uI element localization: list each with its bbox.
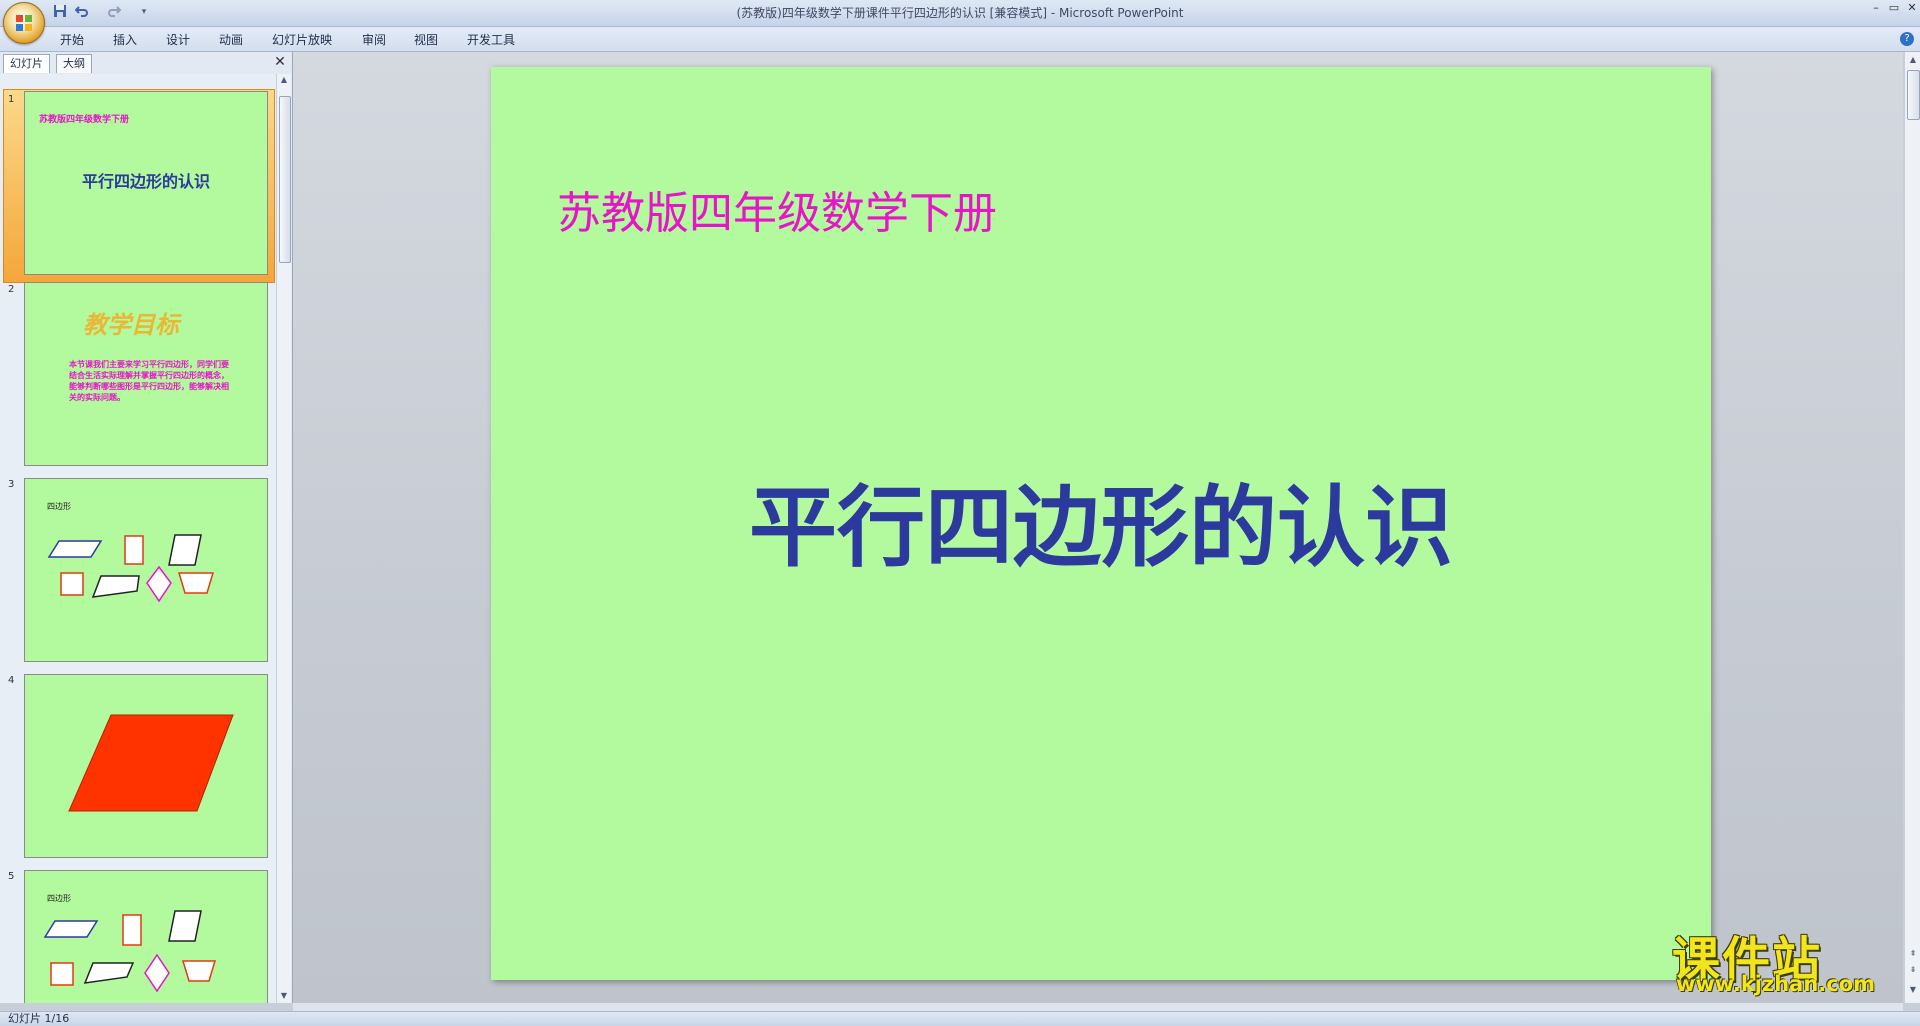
- slide-title[interactable]: 平行四边形的认识: [491, 457, 1711, 584]
- slide-counter: 幻灯片 1/16: [8, 1012, 70, 1025]
- slide-thumbnail-1[interactable]: 苏教版四年级数学下册 平行四边形的认识: [24, 91, 268, 275]
- thumbnail-scrollbar[interactable]: ▲ ▼: [276, 74, 291, 1003]
- slide-number: 4: [8, 675, 15, 686]
- tab-slides[interactable]: 幻灯片: [3, 54, 50, 73]
- slide-number: 3: [8, 479, 15, 490]
- scroll-up-arrow-icon[interactable]: ▲: [277, 74, 291, 86]
- help-icon[interactable]: ?: [1900, 32, 1914, 46]
- quadrilateral-shapes-icon: [47, 534, 215, 603]
- scrollbar-thumb[interactable]: [279, 96, 291, 263]
- parallelogram-shape: [68, 714, 234, 812]
- ribbon-tab-bar: 开始 插入 设计 动画 幻灯片放映 审阅 视图 开发工具 ?: [0, 27, 1920, 52]
- restore-button[interactable]: ▭: [1886, 2, 1902, 14]
- scrollbar-thumb[interactable]: [1907, 70, 1920, 120]
- tab-slide-show[interactable]: 幻灯片放映: [272, 31, 332, 48]
- current-slide[interactable]: 苏教版四年级数学下册 平行四边形的认识: [491, 67, 1711, 980]
- slide-thumbnail-4[interactable]: [24, 674, 268, 858]
- next-slide-icon[interactable]: ⇟: [1906, 964, 1920, 976]
- scroll-up-arrow-icon[interactable]: ▲: [1906, 54, 1920, 66]
- slide-thumbnail-2[interactable]: 教学目标 本节课我们主要来学习平行四边形，同学们要结合生活实际理解并掌握平行四边…: [24, 282, 268, 466]
- window-title: (苏教版)四年级数学下册课件平行四边形的认识 [兼容模式] - Microsof…: [736, 6, 1184, 20]
- thumb-title: 教学目标: [83, 310, 179, 339]
- tab-animations[interactable]: 动画: [219, 31, 243, 48]
- tab-design[interactable]: 设计: [166, 31, 190, 48]
- quadrilateral-shapes-icon: [43, 910, 217, 993]
- slide-subtitle[interactable]: 苏教版四年级数学下册: [557, 177, 997, 241]
- close-pane-icon[interactable]: ✕: [272, 54, 288, 70]
- thumb-title: 平行四边形的认识: [81, 172, 210, 191]
- tab-developer[interactable]: 开发工具: [467, 31, 515, 48]
- title-bar: ▾ (苏教版)四年级数学下册课件平行四边形的认识 [兼容模式] - Micros…: [0, 0, 1920, 27]
- slide-thumbnail-3[interactable]: 四边形: [24, 478, 268, 662]
- close-button[interactable]: ✕: [1904, 2, 1920, 14]
- previous-slide-icon[interactable]: ⇞: [1906, 948, 1920, 960]
- horizontal-scrollbar[interactable]: [293, 1003, 1903, 1011]
- scroll-down-arrow-icon[interactable]: ▼: [1906, 984, 1920, 996]
- tab-insert[interactable]: 插入: [113, 31, 137, 48]
- status-bar: 幻灯片 1/16: [0, 1011, 1920, 1026]
- tab-review[interactable]: 审阅: [362, 31, 386, 48]
- slide-scrollbar[interactable]: ▲ ⇞ ⇟ ▼: [1904, 52, 1920, 1003]
- tab-view[interactable]: 视图: [414, 31, 438, 48]
- office-logo-icon: [16, 15, 32, 31]
- thumb-body-text: 本节课我们主要来学习平行四边形，同学们要结合生活实际理解并掌握平行四边形的概念，…: [69, 360, 229, 402]
- slide-number: 2: [8, 284, 15, 295]
- tab-home[interactable]: 开始: [60, 31, 84, 48]
- slide-number: 1: [8, 94, 15, 105]
- thumb-subtitle: 苏教版四年级数学下册: [39, 115, 130, 125]
- office-button[interactable]: [3, 2, 45, 44]
- slide-thumbnail-5[interactable]: 四边形: [24, 870, 268, 1003]
- scroll-down-arrow-icon[interactable]: ▼: [277, 990, 291, 1002]
- minimize-button[interactable]: –: [1868, 2, 1884, 14]
- slides-pane: 幻灯片 大纲 ✕ 1 苏教版四年级数学下册 平行四边形的认识 2 教学目标 本节…: [0, 52, 293, 1003]
- watermark-url: www.kjzhan.com: [1676, 972, 1876, 996]
- slide-number: 5: [8, 871, 15, 882]
- tab-outline[interactable]: 大纲: [56, 54, 92, 73]
- slide-thumbnail-list: 1 苏教版四年级数学下册 平行四边形的认识 2 教学目标 本节课我们主要来学习平…: [0, 74, 276, 1003]
